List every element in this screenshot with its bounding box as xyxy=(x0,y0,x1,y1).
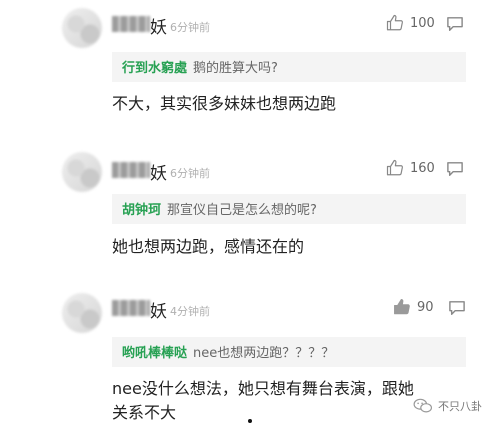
wechat-icon xyxy=(413,398,433,413)
reply-bubble-icon[interactable] xyxy=(446,16,464,32)
quoted-reply[interactable]: 胡钟珂 那宣仪自己是怎么想的呢? xyxy=(112,194,466,224)
comment-text: nee没什么想法，她只想有舞台表演，跟她关系不大 xyxy=(112,379,414,422)
blurred-username xyxy=(112,300,150,316)
quoted-reply[interactable]: 哟吼棒棒哒 nee也想两边跑？？？？ xyxy=(112,337,466,367)
comment-list: 妖 6分钟前 100 行到水窮處 鹅的胜算大吗? 不大，其实很多妹妹也想两边跑 妖… xyxy=(0,0,500,431)
comment-text: 她也想两边跑，感情还在的 xyxy=(112,237,305,256)
username-suffix[interactable]: 妖 xyxy=(150,13,167,38)
watermark-text: 不只八卦 xyxy=(438,400,482,413)
quote-author[interactable]: 哟吼棒棒哒 xyxy=(122,346,187,361)
comment-item: 妖 6分钟前 100 行到水窮處 鹅的胜算大吗? 不大，其实很多妹妹也想两边跑 xyxy=(0,0,500,145)
quoted-reply[interactable]: 行到水窮處 鹅的胜算大吗? xyxy=(112,52,466,82)
like-count: 100 xyxy=(410,15,435,31)
quote-text: 鹅的胜算大吗? xyxy=(193,61,278,76)
like-button[interactable]: 160 xyxy=(386,159,435,177)
reply-bubble-icon[interactable] xyxy=(446,161,464,177)
comment-text: 不大，其实很多妹妹也想两边跑 xyxy=(112,94,337,113)
comment-item: 妖 6分钟前 160 胡钟珂 那宣仪自己是怎么想的呢? 她也想两边跑，感情还在的 xyxy=(0,150,500,285)
quote-text: nee也想两边跑？？？？ xyxy=(193,346,335,361)
avatar[interactable] xyxy=(62,152,102,192)
like-count: 160 xyxy=(410,160,435,176)
avatar[interactable] xyxy=(62,8,102,48)
blurred-username xyxy=(112,16,150,32)
reply-bubble-icon[interactable] xyxy=(448,300,466,316)
avatar[interactable] xyxy=(62,293,102,333)
watermark: 不只八卦 xyxy=(413,398,482,414)
thumb-up-icon xyxy=(386,14,403,31)
username-suffix[interactable]: 妖 xyxy=(150,297,167,322)
timestamp: 6分钟前 xyxy=(170,21,210,34)
username-suffix[interactable]: 妖 xyxy=(150,159,167,184)
thumb-up-icon xyxy=(386,159,403,176)
decorative-dot xyxy=(248,419,252,423)
timestamp: 4分钟前 xyxy=(170,305,210,318)
quote-text: 那宣仪自己是怎么想的呢? xyxy=(167,203,317,218)
blurred-username xyxy=(112,162,150,178)
like-button[interactable]: 100 xyxy=(386,14,435,32)
like-count: 90 xyxy=(417,299,434,315)
quote-author[interactable]: 胡钟珂 xyxy=(122,203,161,218)
quote-author[interactable]: 行到水窮處 xyxy=(122,61,187,76)
thumb-up-icon xyxy=(394,299,410,315)
like-button[interactable]: 90 xyxy=(393,298,434,316)
timestamp: 6分钟前 xyxy=(170,167,210,180)
